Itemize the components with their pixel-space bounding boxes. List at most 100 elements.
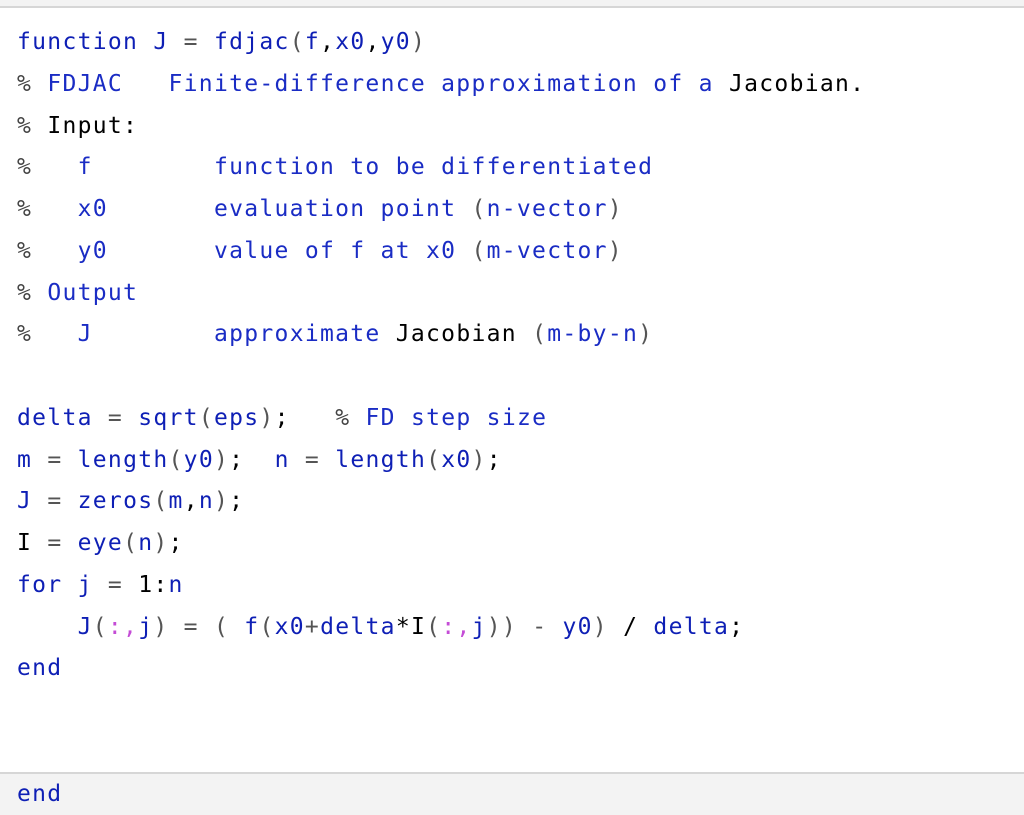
code-whitespace: [517, 321, 532, 347]
code-whitespace: [62, 447, 77, 473]
code-token: ): [214, 447, 229, 473]
code-line: % f function to be differentiated: [17, 147, 865, 189]
code-token: value of f at x0: [214, 238, 456, 264]
code-line: % x0 evaluation point (n-vector): [17, 189, 865, 231]
code-token: n: [199, 488, 214, 514]
code-line: [17, 356, 865, 398]
code-token: ;: [229, 447, 244, 473]
code-whitespace: [199, 614, 214, 640]
code-token: y0: [381, 29, 411, 55]
code-token: ;: [275, 405, 290, 431]
code-line: I = eye(n);: [17, 523, 865, 565]
code-token: j: [472, 614, 487, 640]
code-token: FD step size: [366, 405, 548, 431]
code-token: fdjac: [214, 29, 290, 55]
code-whitespace: [244, 447, 274, 473]
code-token: x0: [441, 447, 471, 473]
code-token: (: [426, 614, 441, 640]
code-token: =: [47, 488, 62, 514]
code-whitespace: [517, 614, 532, 640]
code-token: Output: [47, 280, 138, 306]
code-token: J: [78, 614, 93, 640]
code-whitespace: [62, 488, 77, 514]
code-whitespace: [32, 530, 47, 556]
code-token: /: [623, 614, 638, 640]
code-line: function J = fdjac(f,x0,y0): [17, 22, 865, 64]
code-token: ): [593, 614, 608, 640]
code-token: Finite-difference approximation of a: [169, 71, 714, 97]
code-token: ,: [184, 488, 199, 514]
code-token: n-vector: [487, 196, 608, 222]
code-token: for: [17, 572, 62, 598]
code-line: [17, 690, 865, 732]
code-whitespace: [169, 614, 184, 640]
code-token: =: [184, 29, 199, 55]
code-whitespace: [456, 238, 471, 264]
code-whitespace: [62, 572, 77, 598]
code-whitespace: [229, 614, 244, 640]
code-whitespace: [199, 29, 214, 55]
code-whitespace: [108, 196, 214, 222]
code-token: Input:: [47, 113, 138, 139]
code-token: evaluation point: [214, 196, 456, 222]
code-whitespace: [290, 447, 305, 473]
code-token: FDJAC: [47, 71, 123, 97]
code-whitespace: [123, 71, 168, 97]
code-token: ): [214, 488, 229, 514]
code-token: m-vector: [487, 238, 608, 264]
code-token: j: [138, 614, 153, 640]
code-whitespace: [32, 447, 47, 473]
code-whitespace: [32, 321, 77, 347]
code-token: y0: [78, 238, 108, 264]
code-token: =: [47, 530, 62, 556]
code-token: %: [17, 154, 32, 180]
code-whitespace: [32, 280, 47, 306]
code-token: ): [608, 196, 623, 222]
code-token: delta: [653, 614, 729, 640]
code-whitespace: [93, 321, 214, 347]
code-line: delta = sqrt(eps); % FD step size: [17, 398, 865, 440]
code-token: n: [138, 530, 153, 556]
code-token: f: [305, 29, 320, 55]
code-token: j: [78, 572, 93, 598]
code-whitespace: [123, 405, 138, 431]
code-token: end: [17, 781, 62, 807]
code-line: end: [17, 774, 865, 815]
code-listing: function J = fdjac(f,x0,y0)% FDJAC Finit…: [17, 22, 865, 815]
code-token: (: [290, 29, 305, 55]
code-whitespace: [608, 614, 623, 640]
code-token: ): [153, 530, 168, 556]
code-whitespace: [32, 238, 77, 264]
code-token: approximate: [214, 321, 381, 347]
code-token: length: [335, 447, 426, 473]
code-whitespace: [714, 71, 729, 97]
code-line: J = zeros(m,n);: [17, 481, 865, 523]
code-whitespace: [17, 614, 78, 640]
code-token: ): [153, 614, 168, 640]
code-token: (: [123, 530, 138, 556]
code-token: ): [638, 321, 653, 347]
code-token: 1:: [138, 572, 168, 598]
code-token: zeros: [78, 488, 154, 514]
code-token: (: [199, 405, 214, 431]
code-token: ): [608, 238, 623, 264]
code-whitespace: [123, 572, 138, 598]
code-token: J: [153, 29, 168, 55]
code-token: (: [471, 238, 486, 264]
code-token: y0: [184, 447, 214, 473]
code-token: ,: [320, 29, 335, 55]
code-token: =: [47, 447, 62, 473]
code-token: J: [17, 488, 32, 514]
code-whitespace: [32, 196, 77, 222]
code-token: length: [78, 447, 169, 473]
code-token: m: [17, 447, 32, 473]
code-token: =: [184, 614, 199, 640]
code-whitespace: [17, 363, 32, 389]
code-line: [17, 732, 865, 774]
code-token: ): [411, 29, 426, 55]
code-token: =: [108, 572, 123, 598]
code-token: ;: [229, 488, 244, 514]
code-token: x0: [275, 614, 305, 640]
code-token: eps: [214, 405, 259, 431]
code-line: for j = 1:n: [17, 565, 865, 607]
